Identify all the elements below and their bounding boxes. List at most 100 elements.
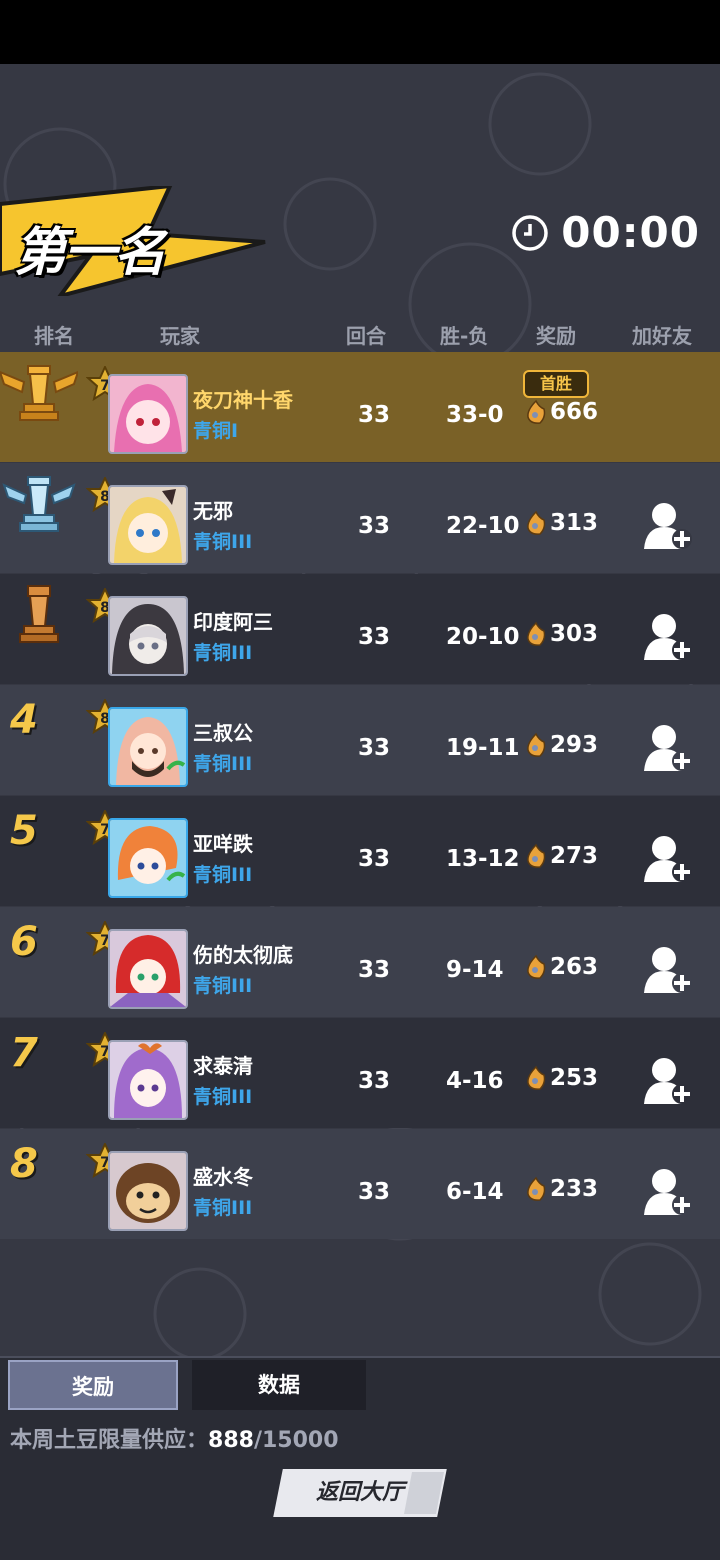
- avatar-blonde-catgirl: [110, 487, 186, 563]
- record-value: 4-16: [446, 1068, 504, 1094]
- back-to-lobby-label[interactable]: 返回大厅: [272, 1468, 448, 1518]
- record-value: 9-14: [446, 957, 504, 983]
- add-friend-icon[interactable]: [644, 501, 692, 551]
- reward: 263: [524, 954, 598, 980]
- player-name: 三叔公: [193, 721, 253, 745]
- rounds-value: 33: [358, 1068, 391, 1094]
- player-name: 伤的太彻底: [193, 943, 293, 967]
- reward-value: 273: [550, 843, 599, 869]
- record-value: 19-11: [446, 735, 520, 761]
- rounds-value: 33: [358, 624, 391, 650]
- supply-total: /15000: [253, 1428, 339, 1453]
- add-friend-icon[interactable]: [644, 945, 692, 995]
- potato-icon: [527, 399, 546, 424]
- player-name: 无邪: [193, 499, 233, 523]
- add-friend-icon[interactable]: [644, 612, 692, 662]
- rounds-value: 33: [358, 402, 391, 428]
- reward-value: 303: [550, 621, 599, 647]
- potato-icon: [527, 843, 546, 868]
- table-row: 8 无邪 青铜III 33 22-10 313: [0, 463, 720, 573]
- supply-current: 888: [208, 1428, 254, 1453]
- rank-number: 8: [10, 1141, 38, 1187]
- avatar-purple-hair: [110, 1042, 186, 1118]
- reward: 233: [524, 1176, 598, 1202]
- avatar[interactable]: [108, 485, 188, 565]
- avatar[interactable]: [108, 707, 188, 787]
- table-row: 8 7 盛水冬 青铜III 33 6-14 233: [0, 1129, 720, 1239]
- avatar-monkey: [110, 1153, 186, 1229]
- col-rank: 排名: [34, 324, 74, 348]
- rank-number: 4: [10, 697, 38, 743]
- record-value: 20-10: [446, 624, 520, 650]
- player-name: 印度阿三: [193, 610, 273, 634]
- add-friend-icon[interactable]: [644, 1167, 692, 1217]
- record-value: 6-14: [446, 1179, 504, 1205]
- table-row: 6 7 伤的太彻底 青铜III 33 9-14 263: [0, 907, 720, 1017]
- reward: 273: [524, 843, 598, 869]
- col-player: 玩家: [160, 324, 200, 348]
- supply-label: 本周土豆限量供应：: [10, 1428, 209, 1453]
- table-row: 4 8 三叔公 青铜III 33 19-11 293: [0, 685, 720, 795]
- avatar[interactable]: [108, 1040, 188, 1120]
- rank-number: 7: [10, 1030, 38, 1076]
- col-reward: 奖励: [536, 324, 576, 348]
- tab-data[interactable]: 数据: [192, 1360, 366, 1410]
- col-add-friend: 加好友: [632, 324, 692, 348]
- timer-value: 00:00: [561, 208, 700, 257]
- avatar-hooded-girl: [110, 598, 186, 674]
- avatar-red-hair: [110, 931, 186, 1007]
- table-row: 5 7 亚咩跌 青铜III 33 13-12 273: [0, 796, 720, 906]
- rounds-value: 33: [358, 846, 391, 872]
- player-name: 亚咩跌: [193, 832, 253, 856]
- avatar[interactable]: [108, 1151, 188, 1231]
- avatar[interactable]: [108, 929, 188, 1009]
- add-friend-icon[interactable]: [644, 723, 692, 773]
- player-tier: 青铜III: [193, 642, 253, 664]
- avatar-orange-hair: [110, 820, 186, 896]
- avatar[interactable]: [108, 818, 188, 898]
- add-friend-icon[interactable]: [644, 1056, 692, 1106]
- player-tier: 青铜III: [193, 864, 253, 886]
- reward: 253: [524, 1065, 598, 1091]
- col-record: 胜-负: [440, 324, 489, 348]
- potato-icon: [527, 1176, 546, 1201]
- reward-value: 233: [550, 1176, 599, 1202]
- silver-trophy-icon: [2, 476, 76, 532]
- reward: 293: [524, 732, 598, 758]
- player-tier: 青铜III: [193, 975, 253, 997]
- player-name: 求泰清: [193, 1054, 253, 1078]
- table-row: 8 印度阿三 青铜III 33 20-10 303: [0, 574, 720, 684]
- timer: 00:00: [511, 208, 700, 257]
- avatar[interactable]: [108, 374, 188, 454]
- record-value: 13-12: [446, 846, 520, 872]
- avatar[interactable]: [108, 596, 188, 676]
- player-tier: 青铜III: [193, 531, 253, 553]
- reward-value: 666: [550, 399, 599, 425]
- rounds-value: 33: [358, 957, 391, 983]
- reward-value: 313: [550, 510, 599, 536]
- record-value: 22-10: [446, 513, 520, 539]
- clock-icon: [512, 214, 549, 251]
- player-tier: 青铜III: [193, 1086, 253, 1108]
- potato-icon: [527, 954, 546, 979]
- rounds-value: 33: [358, 1179, 391, 1205]
- reward: 313: [524, 510, 598, 536]
- avatar-pink-hair: [110, 376, 186, 452]
- potato-icon: [527, 510, 546, 535]
- first-win-badge: 首胜: [523, 370, 589, 398]
- record-value: 33-0: [446, 402, 504, 428]
- potato-icon: [527, 621, 546, 646]
- reward-value: 293: [550, 732, 599, 758]
- rank-number: 5: [10, 808, 38, 854]
- player-tier: 青铜III: [193, 1197, 253, 1219]
- gold-trophy-icon: [0, 365, 78, 421]
- table-row: 7 7 求泰清 青铜III 33 4-16 253: [0, 1018, 720, 1128]
- player-tier: 青铜I: [193, 420, 239, 442]
- tab-rewards[interactable]: 奖励: [8, 1360, 178, 1410]
- table-row: 7 夜刀神十香 青铜I 33 33-0 首胜 666: [0, 352, 720, 462]
- avatar-pink-hair-beard: [110, 709, 186, 785]
- reward-value: 263: [550, 954, 599, 980]
- add-friend-icon[interactable]: [644, 834, 692, 884]
- status-bar: [0, 0, 720, 64]
- col-rounds: 回合: [346, 324, 386, 348]
